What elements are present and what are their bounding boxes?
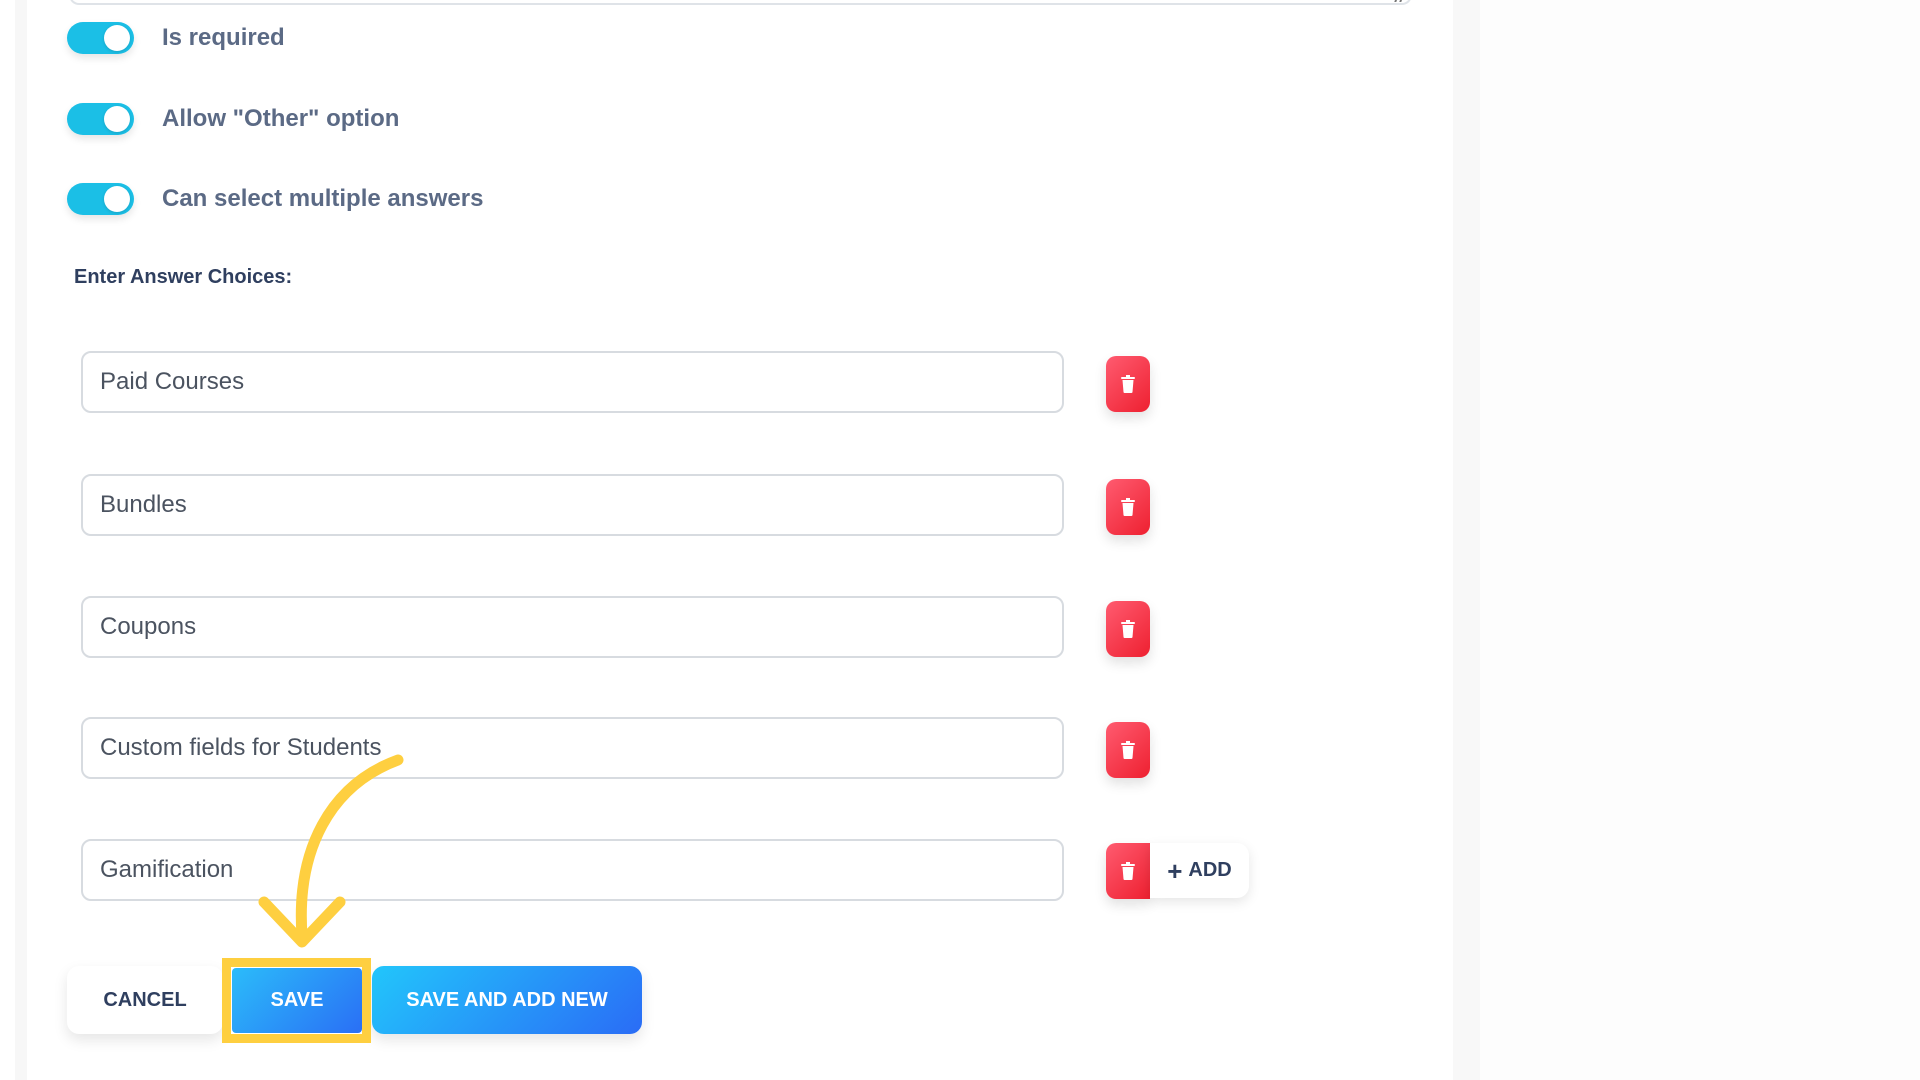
delete-choice-button[interactable] bbox=[1106, 479, 1150, 535]
question-textarea[interactable] bbox=[69, 0, 1412, 5]
form-panel bbox=[27, 0, 1453, 1080]
page: Is required Allow "Other" option Can sel… bbox=[0, 0, 1920, 1080]
allow-other-toggle[interactable] bbox=[67, 103, 134, 135]
save-button[interactable]: SAVE bbox=[232, 968, 362, 1033]
toggle-knob bbox=[104, 25, 130, 51]
is-required-toggle[interactable] bbox=[67, 22, 134, 54]
toggle-row-other: Allow "Other" option bbox=[67, 103, 399, 135]
answer-choice-input[interactable] bbox=[81, 596, 1064, 658]
delete-choice-button[interactable] bbox=[1106, 722, 1150, 778]
page-edge bbox=[0, 0, 15, 1080]
trash-icon bbox=[1121, 862, 1135, 880]
toggle-row-required: Is required bbox=[67, 22, 285, 54]
multiple-answers-toggle[interactable] bbox=[67, 183, 134, 215]
delete-choice-button[interactable] bbox=[1106, 843, 1150, 899]
toggle-knob bbox=[104, 106, 130, 132]
toggle-knob bbox=[104, 186, 130, 212]
plus-icon: + bbox=[1167, 855, 1183, 886]
answer-choice-input[interactable] bbox=[81, 839, 1064, 901]
toggle-row-multiple: Can select multiple answers bbox=[67, 183, 483, 215]
delete-choice-button[interactable] bbox=[1106, 356, 1150, 412]
add-label: ADD bbox=[1188, 859, 1232, 881]
add-choice-button[interactable]: + ADD bbox=[1150, 843, 1249, 898]
toggle-label: Can select multiple answers bbox=[162, 185, 484, 212]
toggle-label: Is required bbox=[162, 24, 285, 51]
right-area bbox=[1480, 0, 1920, 1080]
answer-choice-input[interactable] bbox=[81, 717, 1064, 779]
answer-choices-label: Enter Answer Choices: bbox=[74, 266, 293, 288]
trash-icon bbox=[1121, 620, 1135, 638]
delete-choice-button[interactable] bbox=[1106, 601, 1150, 657]
toggle-label: Allow "Other" option bbox=[162, 105, 400, 132]
answer-choice-input[interactable] bbox=[81, 351, 1064, 413]
cancel-button[interactable]: CANCEL bbox=[67, 966, 223, 1034]
save-and-add-new-button[interactable]: SAVE AND ADD NEW bbox=[372, 966, 642, 1034]
answer-choice-input[interactable] bbox=[81, 474, 1064, 536]
trash-icon bbox=[1121, 498, 1135, 516]
left-gutter bbox=[15, 0, 27, 1080]
trash-icon bbox=[1121, 741, 1135, 759]
resize-handle-icon[interactable] bbox=[1394, 0, 1404, 2]
right-gutter bbox=[1453, 0, 1480, 1080]
trash-icon bbox=[1121, 375, 1135, 393]
